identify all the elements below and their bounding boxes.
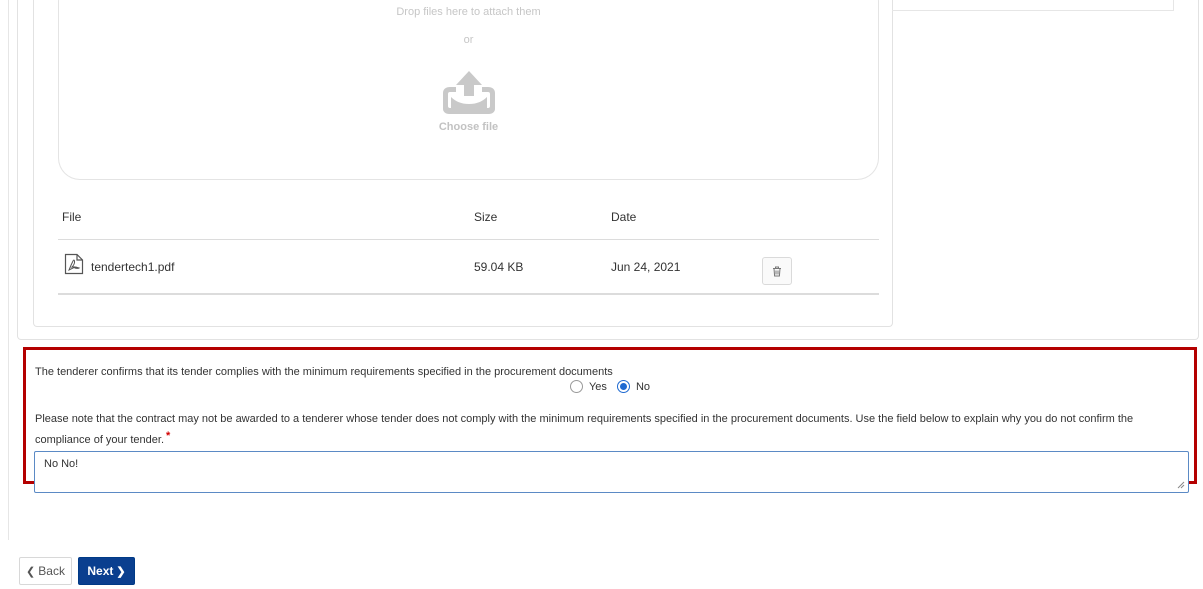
column-header-file: File — [62, 210, 82, 224]
explanation-textarea[interactable]: No No! — [34, 451, 1189, 493]
choose-file-link[interactable]: Choose file — [59, 121, 878, 133]
back-button-label: Back — [38, 564, 65, 578]
left-divider — [8, 0, 9, 540]
chevron-left-icon: ❮ — [26, 565, 36, 578]
next-button-label: Next — [87, 564, 114, 578]
resize-handle-icon[interactable] — [1177, 481, 1185, 489]
column-header-date: Date — [611, 210, 637, 224]
radio-yes-label[interactable]: Yes — [589, 381, 607, 393]
file-dropzone[interactable]: Drop files here to attach them or Choose… — [58, 0, 879, 180]
compliance-note: Please note that the contract may not be… — [35, 409, 1190, 451]
compliance-question: The tenderer confirms that its tender co… — [35, 366, 613, 378]
files-table: File Size Date tendertech1.pdf 59.04 KB … — [58, 198, 879, 295]
radio-no[interactable] — [616, 380, 630, 393]
file-date: Jun 24, 2021 — [611, 260, 681, 274]
drop-hint: Drop files here to attach them — [396, 6, 541, 18]
upload-icon[interactable] — [439, 69, 499, 115]
chevron-right-icon: ❯ — [116, 565, 126, 578]
compliance-radio-group: Yes No — [26, 380, 1194, 393]
table-row: tendertech1.pdf 59.04 KB Jun 24, 2021 — [58, 240, 879, 295]
trash-icon — [773, 266, 781, 276]
side-panel — [892, 0, 1174, 11]
pdf-file-icon — [64, 253, 84, 275]
table-header-row: File Size Date — [58, 198, 879, 240]
file-size: 59.04 KB — [474, 260, 524, 274]
column-header-size: Size — [474, 210, 498, 224]
next-button[interactable]: Next ❯ — [78, 557, 135, 585]
radio-no-label[interactable]: No — [636, 381, 650, 393]
compliance-section: The tenderer confirms that its tender co… — [23, 347, 1197, 493]
file-name[interactable]: tendertech1.pdf — [91, 260, 174, 274]
radio-yes[interactable] — [569, 380, 583, 393]
explanation-value: No No! — [44, 458, 79, 470]
required-marker: * — [166, 430, 171, 442]
delete-file-button[interactable] — [762, 257, 792, 285]
drop-or-text: or — [463, 34, 474, 46]
compliance-note-text: Please note that the contract may not be… — [35, 413, 1134, 446]
back-button[interactable]: ❮ Back — [19, 557, 72, 585]
